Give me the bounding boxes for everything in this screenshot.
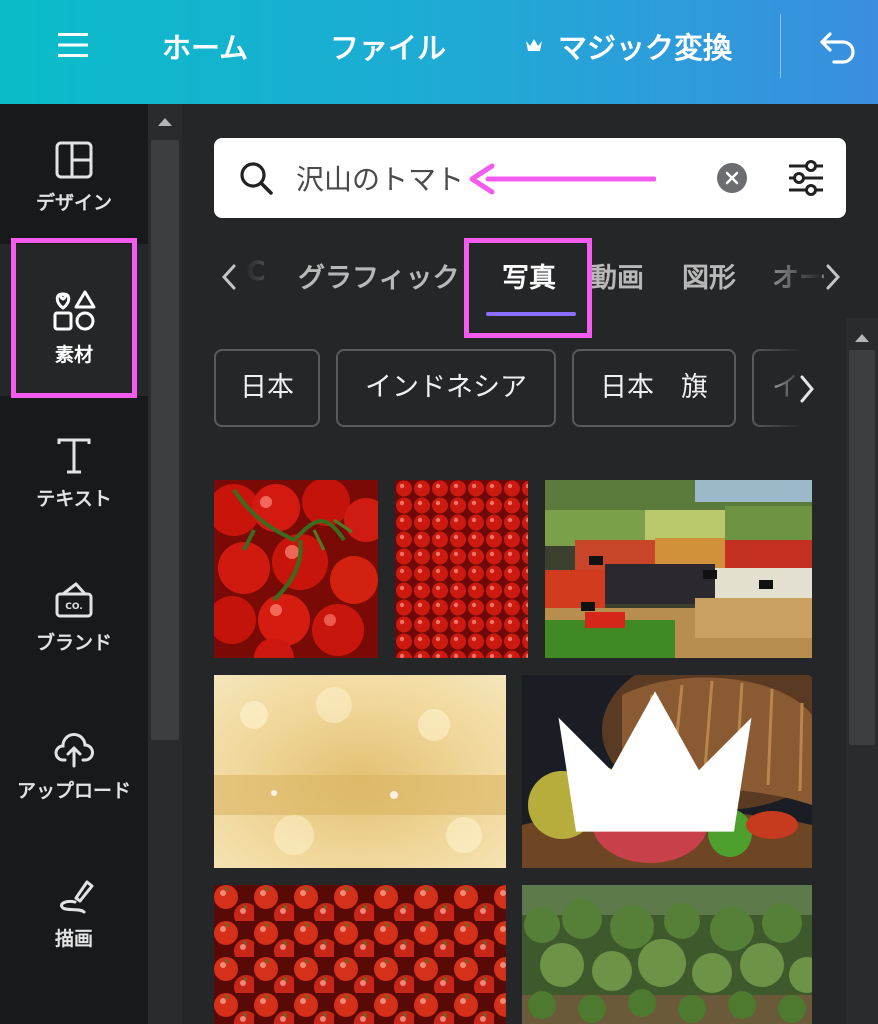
magic-switch-menu[interactable]: マジック変換 bbox=[558, 25, 732, 67]
tab-graphics[interactable]: グラフィック bbox=[298, 256, 459, 295]
active-tab-underline bbox=[486, 312, 576, 316]
filter-icon[interactable] bbox=[786, 158, 826, 198]
photo-thumbnail[interactable] bbox=[395, 480, 528, 658]
brand-icon: CO. bbox=[55, 582, 93, 618]
undo-icon[interactable] bbox=[818, 26, 858, 64]
tab-shapes[interactable]: 図形 bbox=[682, 256, 736, 295]
photo-thumbnail[interactable] bbox=[214, 675, 506, 868]
topbar-divider bbox=[780, 14, 781, 78]
scroll-up-arrow[interactable] bbox=[855, 334, 869, 342]
svg-text:CO.: CO. bbox=[65, 602, 82, 612]
left-rail: デザイン 素材 テキスト CO. ブランド アップロード 描画 bbox=[0, 104, 148, 1024]
text-icon bbox=[57, 438, 91, 474]
rail-item-elements[interactable]: 素材 bbox=[0, 244, 148, 396]
file-menu[interactable]: ファイル bbox=[330, 25, 446, 67]
tabs-fade-left bbox=[244, 250, 294, 300]
photo-thumbnail[interactable] bbox=[214, 885, 506, 1024]
tabs-fade-right bbox=[772, 250, 822, 300]
rail-item-draw[interactable]: 描画 bbox=[0, 862, 148, 982]
photo-thumbnail[interactable] bbox=[214, 480, 378, 658]
elements-icon bbox=[53, 290, 96, 331]
hamburger-icon[interactable] bbox=[56, 28, 90, 62]
chip-japan-flag[interactable]: 日本 旗 bbox=[572, 349, 736, 427]
rail-item-upload[interactable]: アップロード bbox=[0, 714, 148, 834]
rail-item-text[interactable]: テキスト bbox=[0, 420, 148, 540]
chevron-left-icon[interactable] bbox=[218, 262, 240, 292]
scroll-thumb[interactable] bbox=[151, 140, 179, 740]
search-input[interactable]: 沢山のトマト bbox=[296, 158, 464, 198]
chip-indonesia[interactable]: インドネシア bbox=[336, 349, 556, 427]
category-tabs: C グラフィック 写真 動画 図形 オー bbox=[214, 240, 846, 320]
crown-icon bbox=[558, 691, 752, 832]
rail-scrollbar[interactable] bbox=[148, 104, 182, 1024]
rail-label-elements: 素材 bbox=[54, 344, 93, 366]
crown-icon bbox=[526, 39, 542, 51]
rail-label-text: テキスト bbox=[36, 488, 112, 510]
suggestion-chips: 日本 インドネシア 日本 旗 イ bbox=[214, 349, 812, 431]
rail-label-brand: ブランド bbox=[35, 632, 112, 654]
layout-icon bbox=[55, 141, 93, 179]
rail-item-brand[interactable]: CO. ブランド bbox=[0, 566, 148, 686]
search-icon bbox=[240, 162, 273, 195]
clear-icon[interactable] bbox=[716, 162, 748, 194]
rail-label-upload: アップロード bbox=[16, 780, 131, 802]
photo-thumbnail[interactable] bbox=[522, 675, 812, 868]
photo-thumbnail[interactable] bbox=[545, 480, 812, 658]
home-menu[interactable]: ホーム bbox=[162, 25, 248, 67]
tab-photos[interactable]: 写真 bbox=[502, 256, 556, 295]
photo-thumbnail[interactable] bbox=[522, 885, 812, 1024]
panel-scrollbar[interactable] bbox=[846, 318, 878, 1024]
top-bar: ホーム ファイル マジック変換 bbox=[0, 0, 878, 104]
scroll-thumb[interactable] bbox=[849, 350, 875, 745]
chevron-right-icon[interactable] bbox=[822, 262, 844, 292]
chip-japan[interactable]: 日本 bbox=[214, 349, 320, 427]
annotation-arrow-icon bbox=[469, 163, 656, 195]
chevron-right-icon[interactable] bbox=[796, 372, 818, 406]
rail-label-draw: 描画 bbox=[54, 928, 93, 950]
scroll-up-arrow[interactable] bbox=[158, 118, 172, 126]
tab-videos[interactable]: 動画 bbox=[590, 256, 644, 295]
rail-item-design[interactable]: デザイン bbox=[0, 126, 148, 246]
upload-icon bbox=[54, 733, 94, 768]
rail-label-design: デザイン bbox=[35, 192, 112, 214]
draw-icon bbox=[60, 880, 94, 914]
